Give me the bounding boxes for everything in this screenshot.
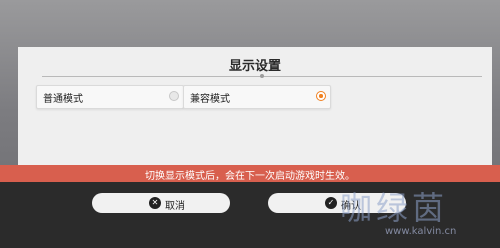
watermark-logo: 咖绿茵	[340, 189, 449, 227]
cancel-button[interactable]: ✕ 取消	[92, 193, 230, 213]
notice-bar: 切换显示模式后，会在下一次启动游戏时生效。	[0, 165, 500, 182]
display-settings-dialog: 显示设置 普通模式 兼容模式	[18, 47, 492, 180]
option-compatible-mode[interactable]: 兼容模式	[183, 85, 331, 109]
radio-unselected-icon[interactable]	[169, 91, 179, 101]
notice-text: 切换显示模式后，会在下一次启动游戏时生效。	[145, 171, 355, 182]
cancel-button-label: 取消	[165, 201, 185, 212]
radio-selected-icon[interactable]	[316, 91, 326, 101]
check-circle-icon: ✓	[325, 197, 337, 209]
option-compatible-mode-label: 兼容模式	[190, 94, 230, 105]
dialog-title: 显示设置	[228, 59, 281, 74]
close-circle-icon: ✕	[149, 197, 161, 209]
divider-ornament	[260, 74, 264, 78]
title-divider	[42, 74, 482, 78]
option-normal-mode[interactable]: 普通模式	[36, 85, 184, 109]
option-normal-mode-label: 普通模式	[43, 94, 83, 105]
watermark-url: www.kalvin.cn	[385, 226, 457, 237]
